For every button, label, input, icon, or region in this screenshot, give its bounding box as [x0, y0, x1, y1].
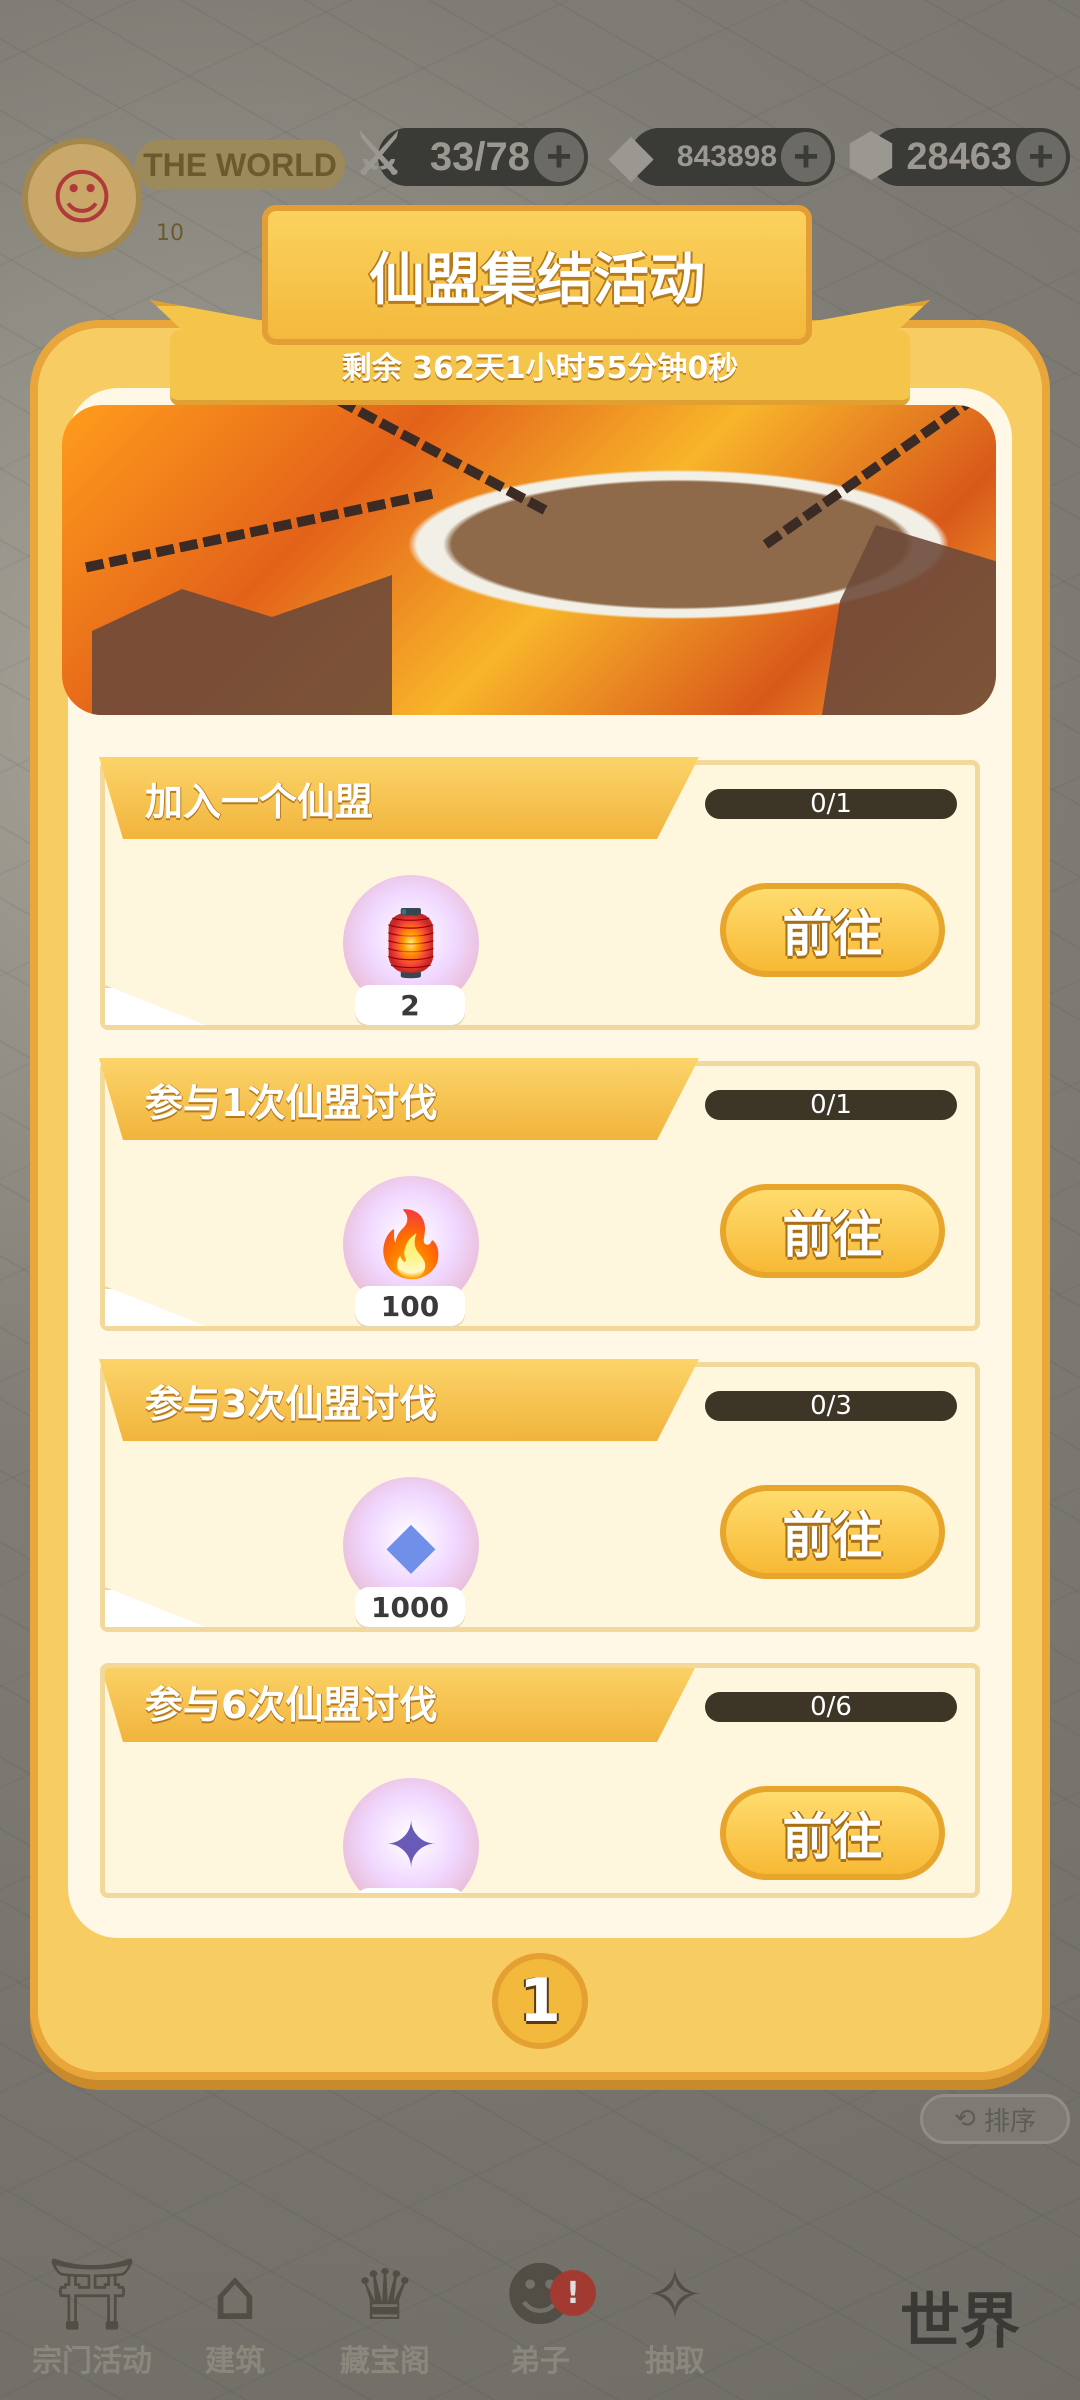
nav-label: 建筑: [205, 2344, 265, 2379]
world-name: THE WORLD: [135, 140, 345, 190]
avatar[interactable]: ☺: [22, 138, 142, 258]
task-title: 加入一个仙盟: [145, 779, 374, 824]
building-icon: ⌂: [212, 2254, 258, 2336]
level-badge: 10: [156, 220, 184, 246]
sort-label: 排序: [984, 2106, 1037, 2137]
add-gem-button[interactable]: +: [1016, 132, 1066, 182]
notification-badge: !: [550, 2270, 596, 2316]
card-fold-corner: [105, 985, 205, 1025]
banner-rock-left: [92, 575, 392, 715]
nav-item-disciple[interactable]: ☻ 弟子 !: [470, 2230, 610, 2380]
banner-chain: [762, 405, 982, 549]
pagoda-icon: ⛩: [47, 2253, 137, 2335]
banner-rock-right: [822, 525, 996, 715]
reward-count: 1000: [355, 1587, 465, 1627]
task-card: 参与1次仙盟讨伐 0/1 🔥 100 前往: [99, 1058, 980, 1331]
add-stamina-button[interactable]: +: [534, 132, 584, 182]
task-label: 参与6次仙盟讨伐: [105, 1668, 699, 1742]
reward-count: 100: [355, 1286, 465, 1326]
go-button[interactable]: 前往: [720, 1485, 945, 1579]
title-ribbon: 仙盟集结活动: [262, 205, 812, 345]
task-progress: 0/1: [705, 1090, 957, 1120]
nav-item-draw[interactable]: ✧ 抽取: [605, 2230, 745, 2380]
task-title: 参与1次仙盟讨伐: [145, 1080, 438, 1125]
event-title: 仙盟集结活动: [369, 247, 705, 313]
task-label: 加入一个仙盟: [99, 757, 699, 839]
reward-count: 2: [355, 985, 465, 1025]
page-indicator[interactable]: 1: [492, 1953, 588, 2049]
task-progress: 0/6: [705, 1692, 957, 1722]
task-label: 参与1次仙盟讨伐: [99, 1058, 699, 1140]
gem-value: 28463: [906, 135, 1012, 178]
banner-chain: [84, 487, 440, 573]
nav-label: 宗门活动: [32, 2344, 152, 2379]
jade-counter: ◆ 843898 +: [609, 123, 835, 186]
task-card: 参与3次仙盟讨伐 0/3 ◆ 1000 前往: [99, 1359, 980, 1632]
go-button[interactable]: 前往: [720, 1786, 945, 1880]
bottom-nav: ⛩ 宗门活动 ⌂ 建筑 ♛ 藏宝阁 ☻ 弟子 ! ✧ 抽取 世界: [0, 2220, 1080, 2400]
task-title: 参与6次仙盟讨伐: [145, 1682, 438, 1727]
task-label: 参与3次仙盟讨伐: [99, 1359, 699, 1441]
treasure-icon: ♛: [353, 2254, 417, 2336]
nav-item-building[interactable]: ⌂ 建筑: [165, 2230, 305, 2380]
sort-button[interactable]: ⟲ 排序: [920, 2094, 1070, 2144]
nav-label: 抽取: [645, 2344, 705, 2379]
nav-item-treasure[interactable]: ♛ 藏宝阁: [315, 2230, 455, 2380]
nav-label: 藏宝阁: [340, 2344, 430, 2379]
world-button[interactable]: 世界: [900, 2273, 1020, 2360]
go-button[interactable]: 前往: [720, 883, 945, 977]
task-card: 加入一个仙盟 0/1 🏮 2 前往: [99, 757, 980, 1030]
card-fold-corner: [105, 1587, 205, 1627]
sword-icon: ⚔: [353, 123, 405, 186]
gem-counter: ⬢ 28463 +: [847, 123, 1070, 186]
bird-icon: ✧: [645, 2254, 705, 2336]
reward-count: 4: [355, 1888, 465, 1893]
shard-icon[interactable]: ✦: [343, 1778, 479, 1893]
purple-gem-icon: ⬢: [846, 123, 896, 186]
task-title: 参与3次仙盟讨伐: [145, 1381, 438, 1426]
task-progress: 0/3: [705, 1391, 957, 1421]
add-jade-button[interactable]: +: [781, 132, 831, 182]
card-fold-corner: [105, 1286, 205, 1326]
stamina-value: 33/78: [429, 134, 530, 179]
go-button[interactable]: 前往: [720, 1184, 945, 1278]
event-banner-image: [62, 405, 996, 715]
nav-item-sect-activity[interactable]: ⛩ 宗门活动: [22, 2230, 162, 2380]
jade-value: 843898: [676, 140, 777, 173]
event-countdown: 剩余 362天1小时55分钟0秒: [341, 351, 739, 386]
nav-label: 弟子: [510, 2344, 570, 2379]
jade-crystal-icon: ◆: [609, 123, 653, 186]
task-card: 参与6次仙盟讨伐 0/6 ✦ 4 前往: [100, 1663, 980, 1898]
refresh-icon: ⟲: [953, 2104, 985, 2134]
task-progress: 0/1: [705, 789, 957, 819]
stamina-counter: ⚔ 33/78 +: [354, 123, 588, 186]
